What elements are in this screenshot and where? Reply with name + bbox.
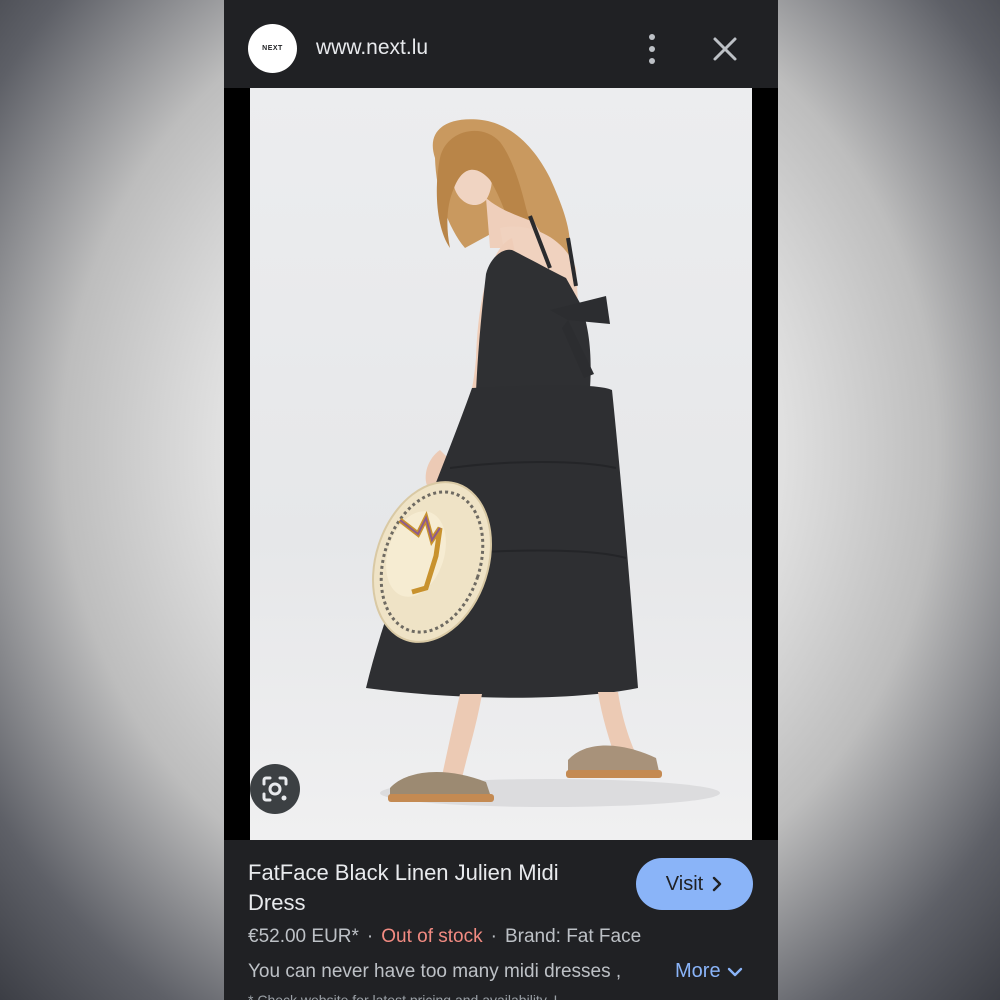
lens-result-panel: NEXT www.next.lu FatFace Black Linen Jul…: [224, 0, 778, 1000]
product-title[interactable]: FatFace Black Linen Julien Midi Dress: [248, 858, 608, 918]
price: €52.00 EUR*: [248, 926, 359, 947]
site-logo[interactable]: NEXT: [248, 24, 297, 73]
chevron-down-icon: [727, 967, 742, 976]
separator: ·: [366, 926, 374, 947]
more-button-label: More: [675, 960, 721, 982]
separator: ·: [490, 926, 497, 947]
google-lens-icon[interactable]: [250, 764, 300, 814]
product-description: You can never have too many midi dresses…: [248, 961, 622, 982]
brand: Brand: Fat Face: [504, 926, 642, 947]
visit-button[interactable]: Visit: [636, 858, 753, 910]
top-bar: NEXT www.next.lu: [224, 0, 778, 88]
product-meta: €52.00 EUR* · Out of stock · Brand: Fat Face: [248, 926, 641, 948]
product-photo[interactable]: [250, 88, 752, 840]
visit-button-label: Visit: [665, 872, 704, 895]
product-photo-illustration: [366, 119, 720, 807]
product-image-container: [224, 88, 778, 840]
close-icon[interactable]: [706, 30, 744, 68]
pricing-footnote: * Check website for latest pricing and a…: [248, 992, 558, 1000]
product-info: FatFace Black Linen Julien Midi Dress Vi…: [224, 840, 778, 1000]
site-logo-text: NEXT: [262, 45, 283, 52]
site-url[interactable]: www.next.lu: [316, 36, 428, 60]
chevron-right-icon: [713, 876, 722, 892]
more-button[interactable]: More: [675, 960, 743, 983]
stock-status: Out of stock: [381, 926, 483, 947]
more-options-icon[interactable]: [642, 34, 662, 64]
